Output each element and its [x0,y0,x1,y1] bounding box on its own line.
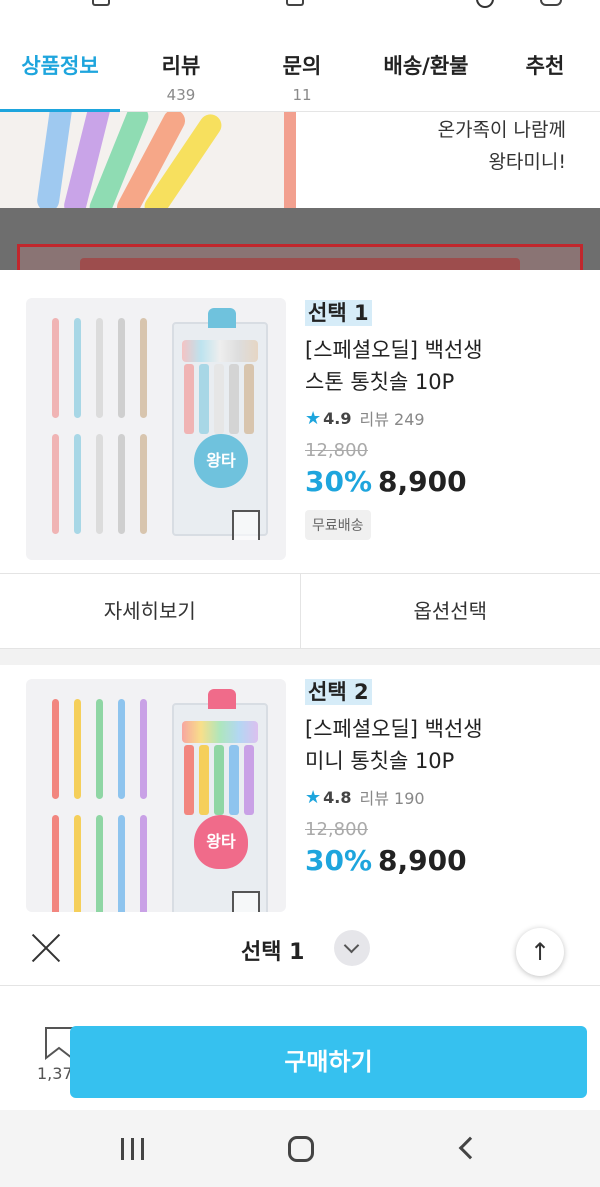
toothbrush-photo [0,112,296,208]
search-icon[interactable] [476,0,494,8]
share-icon[interactable] [92,0,110,6]
selected-option-title[interactable]: 선택 1 [241,934,304,966]
original-price: 12,800 [305,440,368,461]
product-rating: ★ 4.8 리뷰 190 [305,785,483,809]
section-divider [0,649,600,665]
product-package: 왕타 [172,689,268,912]
star-icon: ★ [305,407,322,429]
dim-overlay[interactable] [0,208,600,270]
product-name-line: 스톤 통칫솔 10P [305,370,455,394]
view-detail-button[interactable]: 자세히보기 [0,574,301,648]
review-count: 리뷰 190 [359,789,425,808]
product-name: [스페셜오딜] 백선생 미니 통칫솔 10P [305,713,483,777]
review-count: 리뷰 249 [359,410,425,429]
product-thumbnail[interactable]: 왕타 [26,679,286,912]
banner-line: 온가족이 나람께 [437,119,566,141]
option-badge: 선택 1 [305,300,372,326]
product-name-line: [스페셜오딜] 백선생 [305,717,483,741]
tab-label: 리뷰 [161,54,201,78]
card-actions: 자세히보기 옵션선택 [0,573,600,649]
tab-label: 상품정보 [21,54,99,78]
product-info: 선택 2 [스페셜오딜] 백선생 미니 통칫솔 10P ★ 4.8 리뷰 190… [305,679,483,877]
sale-price-row: 30% 8,900 [305,465,483,498]
banner-text: 온가족이 나람께 왕타미니! [438,114,566,178]
promo-banner-text [80,258,520,270]
bookmark-icon[interactable] [232,510,260,540]
tab-reviews[interactable]: 리뷰 439 [120,40,242,111]
option-badge: 선택 2 [305,679,372,705]
rating-score: 4.9 [323,408,352,428]
select-option-button[interactable]: 옵션선택 [301,574,600,648]
back-icon[interactable] [458,1136,482,1160]
tab-recommend[interactable]: 추천 [490,40,600,111]
purchase-area: 1,372 구매하기 [0,986,600,1110]
selected-option-bar: 선택 1 ↑ [0,912,600,986]
product-name-line: 미니 통칫솔 10P [305,749,455,773]
cart-icon[interactable] [540,0,562,6]
bookmark-icon[interactable] [232,891,260,912]
option-bottom-sheet: 왕타 선택 1 [스페셜오딜] 백선생 스톤 통칫솔 10P ★ 4.9 리뷰 … [0,270,600,1187]
brand-logo: 왕타 [194,815,248,869]
original-price: 12,800 [305,819,368,840]
arrow-up-icon[interactable]: ↑ [516,928,564,976]
discount-rate: 30% [305,844,373,877]
home-header-icon[interactable] [286,0,304,6]
chevron-down-icon[interactable] [334,930,370,966]
tab-label: 추천 [525,54,565,78]
top-header-strip [0,0,600,22]
buy-button[interactable]: 구매하기 [70,1026,587,1098]
discount-rate: 30% [305,465,373,498]
recent-apps-icon[interactable] [121,1138,145,1160]
tab-product-info[interactable]: 상품정보 [0,40,120,112]
tab-inquiry[interactable]: 문의 11 [242,40,362,111]
product-detail-image: 온가족이 나람께 왕타미니! [0,112,600,208]
free-shipping-badge: 무료배송 [305,510,371,540]
close-icon[interactable] [30,932,62,964]
product-package: 왕타 [172,308,268,536]
product-rating: ★ 4.9 리뷰 249 [305,406,483,430]
tab-label: 문의 [282,54,322,78]
sale-price-row: 30% 8,900 [305,844,483,877]
product-thumbnail[interactable]: 왕타 [26,298,286,560]
product-name: [스페셜오딜] 백선생 스톤 통칫솔 10P [305,334,483,398]
tab-count: 11 [292,86,312,104]
rating-score: 4.8 [323,787,352,807]
system-nav-bar [0,1110,600,1187]
product-name-line: [스페셜오딜] 백선생 [305,338,483,362]
brand-logo: 왕타 [194,434,248,488]
sale-price: 8,900 [378,844,467,877]
sale-price: 8,900 [378,465,467,498]
product-info: 선택 1 [스페셜오딜] 백선생 스톤 통칫솔 10P ★ 4.9 리뷰 249… [305,300,483,540]
tab-count: 439 [166,86,196,104]
star-icon: ★ [305,786,322,808]
tab-label: 배송/환불 [383,54,469,78]
banner-line: 왕타미니! [488,151,566,173]
product-tabs: 상품정보 리뷰 439 문의 11 배송/환불 추천 [0,40,600,112]
home-icon[interactable] [288,1136,314,1162]
tab-shipping-refund[interactable]: 배송/환불 [362,40,490,111]
